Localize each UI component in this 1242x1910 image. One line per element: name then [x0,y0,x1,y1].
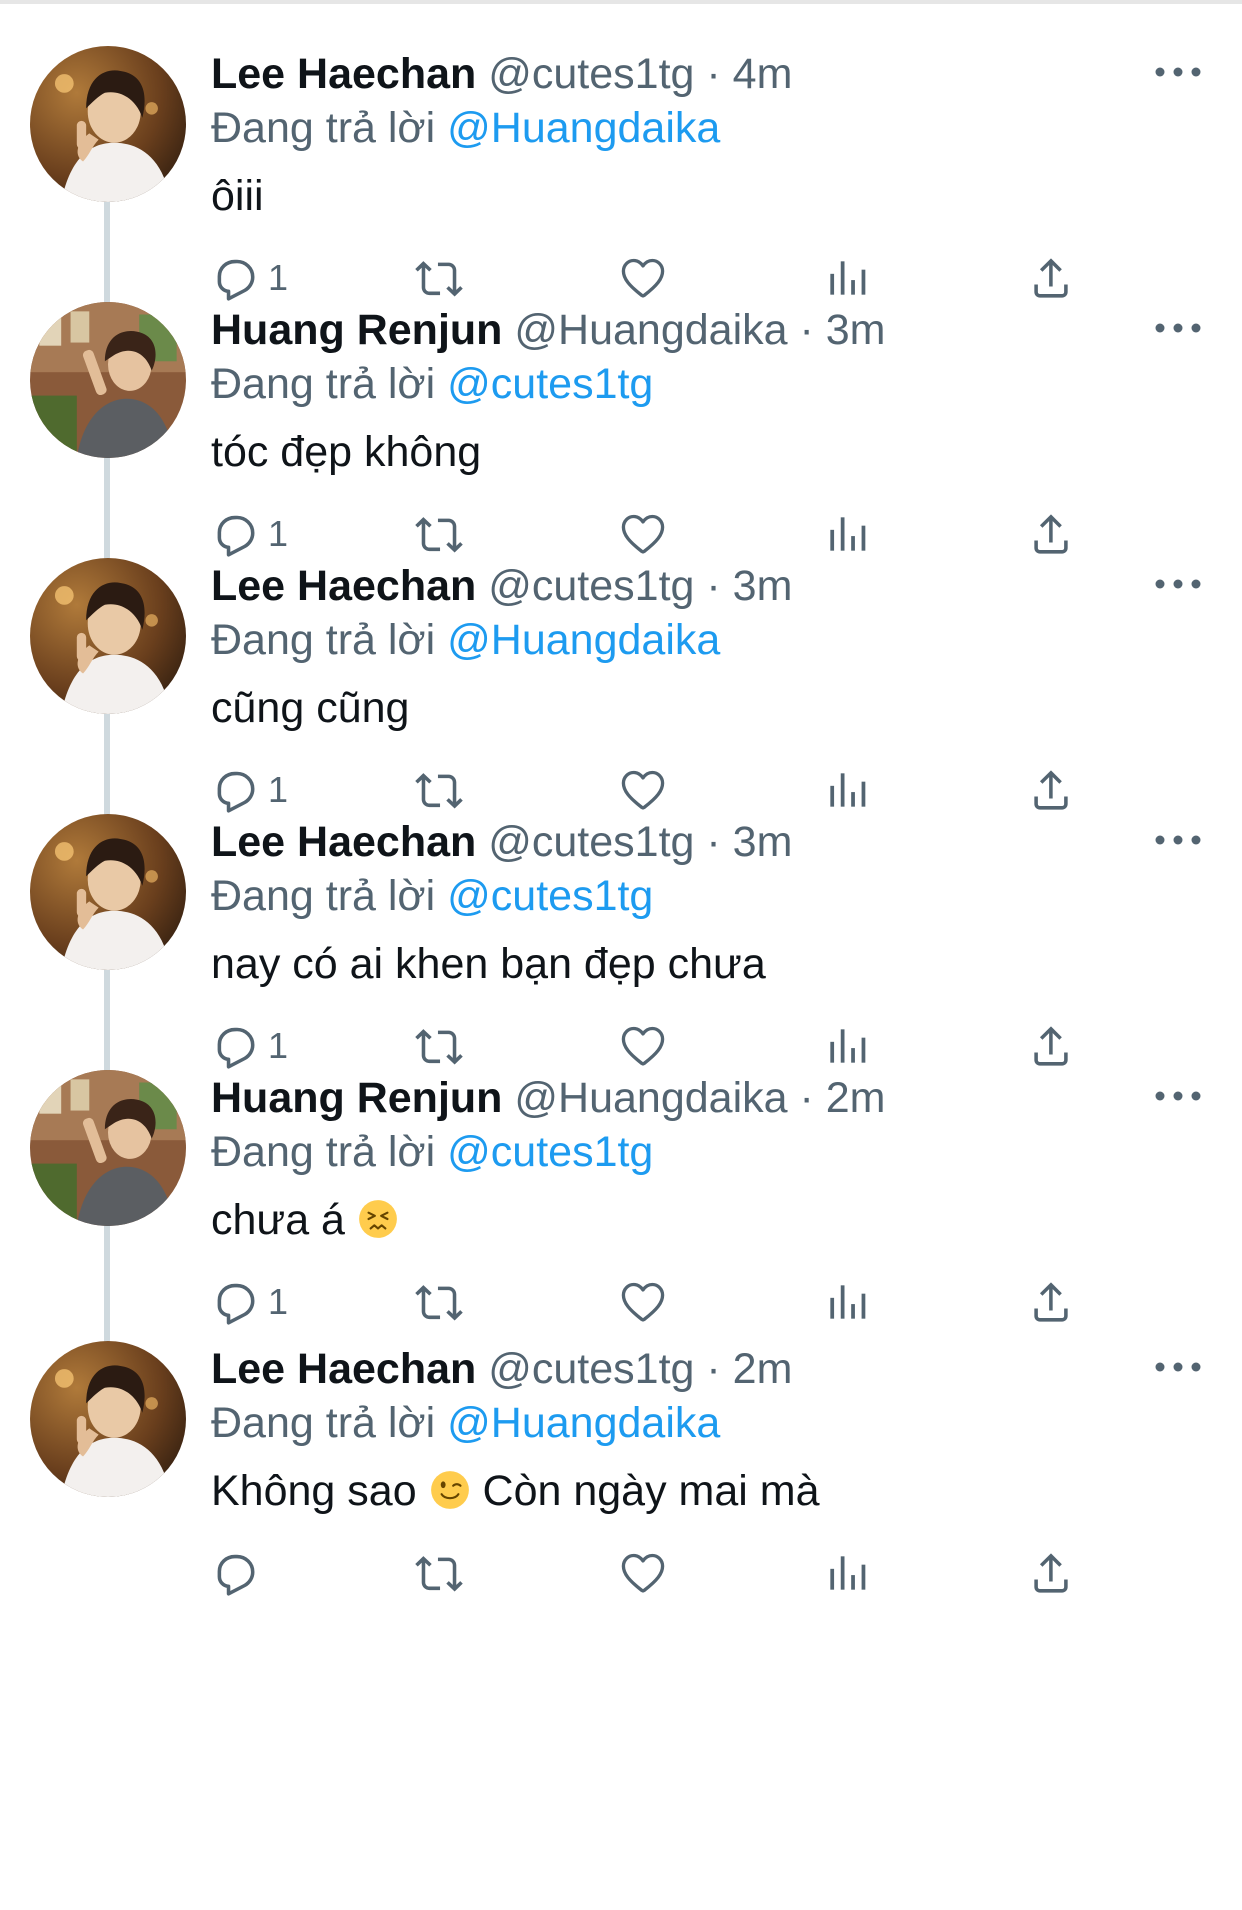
tweet-text: nay có ai khen bạn đẹp chưa [211,936,766,992]
avatar-lee[interactable] [30,814,186,970]
author-handle-time[interactable]: @cutes1tg · 2m [488,1345,792,1393]
avatar-lee[interactable] [30,1341,186,1497]
reply-icon [217,1554,255,1596]
author-handle-time[interactable]: @Huangdaika · 2m [514,1074,885,1122]
author-handle-time[interactable]: @cutes1tg · 4m [488,50,792,98]
more-icon[interactable] [1148,52,1208,92]
mention-link[interactable]: @Huangdaika [447,1399,720,1447]
author-name[interactable]: Lee Haechan [211,1345,488,1393]
replying-to-label: Đang trả lời [211,360,436,408]
replying-to: Đang trả lời @Huangdaika [211,100,720,156]
emoji [357,1196,399,1244]
author-name[interactable]: Lee Haechan [211,50,488,98]
tweet-text-part: Không sao [211,1467,429,1515]
retweet-icon [415,1556,463,1592]
retweet-button[interactable] [414,1543,464,1603]
avatar-huang[interactable] [30,302,186,458]
author-name[interactable]: Huang Renjun [211,306,514,354]
author-handle-time[interactable]: @Huangdaika · 3m [514,306,885,354]
share-button[interactable] [1026,1543,1076,1603]
more-icon[interactable] [1148,564,1208,604]
tweet-5[interactable]: Huang Renjun @Huangdaika · 2m Đang trả l… [0,1024,1242,1343]
tweet-text-part: cũng cũng [211,684,410,732]
reply-thread: Lee Haechan @cutes1tg · 4m Đang trả lời … [0,0,1242,1910]
confounded-face-icon [359,1200,397,1238]
replying-to-label: Đang trả lời [211,872,436,920]
replying-to: Đang trả lời @cutes1tg [211,868,653,924]
more-icon[interactable] [1148,308,1208,348]
emoji [429,1467,471,1515]
replying-to-label: Đang trả lời [211,104,436,152]
more-icon[interactable] [1148,1347,1208,1387]
replying-to: Đang trả lời @Huangdaika [211,1395,720,1451]
mention-link[interactable]: @cutes1tg [447,360,653,408]
more-icon[interactable] [1148,1076,1208,1116]
author-handle-time[interactable]: @cutes1tg · 3m [488,818,792,866]
avatar-lee[interactable] [30,46,186,202]
tweet-text: cũng cũng [211,680,409,736]
winking-face-icon [430,1471,469,1509]
avatar-huang[interactable] [30,1070,186,1226]
tweet-text: ôiii [211,168,264,224]
views-icon [830,1556,866,1590]
tweet-header: Lee Haechan @cutes1tg · 2m [211,1341,792,1397]
replying-to: Đang trả lời @cutes1tg [211,1124,653,1180]
mention-link[interactable]: @cutes1tg [447,872,653,920]
tweet-text: tóc đẹp không [211,424,481,480]
author-name[interactable]: Lee Haechan [211,818,488,866]
avatar-lee[interactable] [30,558,186,714]
tweet-text-part: tóc đẹp không [211,428,482,476]
replying-to-label: Đang trả lời [211,616,436,664]
replying-to-label: Đang trả lời [211,1399,436,1447]
mention-link[interactable]: @Huangdaika [447,104,720,152]
author-handle-time[interactable]: @cutes1tg · 3m [488,562,792,610]
heart-icon [621,1553,665,1593]
replying-to: Đang trả lời @Huangdaika [211,612,720,668]
replying-to: Đang trả lời @cutes1tg [211,356,653,412]
reply-button[interactable] [210,1543,268,1603]
tweet-actions [200,1543,1100,1603]
tweet-6[interactable]: Lee Haechan @cutes1tg · 2m Đang trả lời … [0,1295,1242,1607]
tweet-header: Lee Haechan @cutes1tg · 3m [211,814,792,870]
views-button[interactable] [822,1543,872,1603]
tweet-text: chưa á [211,1192,399,1248]
tweet-text: Không sao Còn ngày mai mà [211,1463,820,1519]
tweet-header: Lee Haechan @cutes1tg · 3m [211,558,792,614]
replying-to-label: Đang trả lời [211,1128,436,1176]
more-icon[interactable] [1148,820,1208,860]
author-name[interactable]: Huang Renjun [211,1074,514,1122]
share-icon [1034,1553,1068,1593]
author-name[interactable]: Lee Haechan [211,562,488,610]
tweet-text-part: nay có ai khen bạn đẹp chưa [211,940,766,988]
mention-link[interactable]: @Huangdaika [447,616,720,664]
mention-link[interactable]: @cutes1tg [447,1128,653,1176]
tweet-text-part: Còn ngày mai mà [470,1467,820,1515]
tweet-text-part: chưa á [211,1196,357,1244]
like-button[interactable] [618,1543,668,1603]
tweet-header: Lee Haechan @cutes1tg · 4m [211,46,792,102]
tweet-text-part: ôiii [211,172,264,220]
tweet-header: Huang Renjun @Huangdaika · 2m [211,1070,885,1126]
tweet-header: Huang Renjun @Huangdaika · 3m [211,302,885,358]
